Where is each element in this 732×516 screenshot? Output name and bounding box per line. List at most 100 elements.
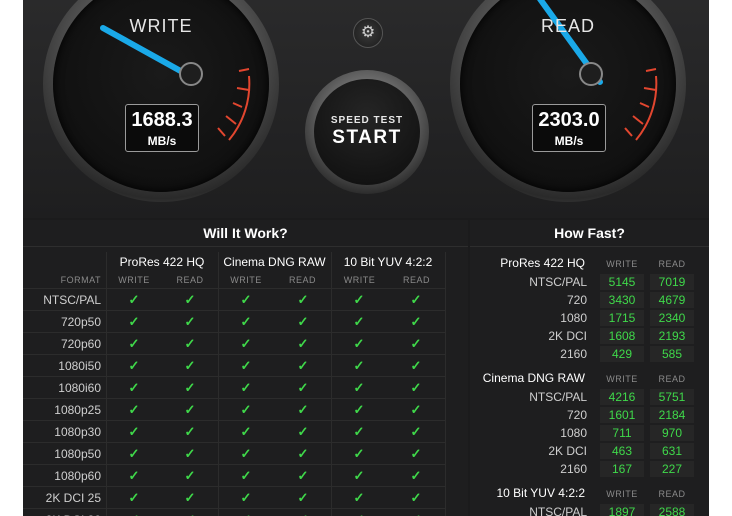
cinema-dng-read-header: READ <box>288 275 316 285</box>
format-row: 1080i50 ✓ ✓ ✓ ✓ ✓ ✓ <box>23 354 445 377</box>
how-fast-row-label: 720 <box>566 408 587 422</box>
write-rate-value: 463 <box>600 443 644 459</box>
format-row: 2K DCI 25 ✓ ✓ ✓ ✓ ✓ ✓ <box>23 486 445 509</box>
how-fast-row-label: NTSC/PAL <box>529 390 587 404</box>
how-fast-group-title: ProRes 422 HQ <box>500 256 585 270</box>
read-gauge-face: READ 2303.0 MB/s <box>460 0 676 192</box>
write-rate-value: 1601 <box>600 407 644 423</box>
start-button-subtitle: SPEED TEST <box>330 115 404 126</box>
how-fast-row-label: 2K DCI <box>548 444 587 458</box>
format-row: 1080p60 ✓ ✓ ✓ ✓ ✓ ✓ <box>23 464 445 487</box>
check-icon: ✓ <box>128 358 140 373</box>
check-icon: ✓ <box>353 468 365 483</box>
check-icon: ✓ <box>184 358 196 373</box>
check-icon: ✓ <box>353 336 365 351</box>
check-icon: ✓ <box>128 424 140 439</box>
settings-button[interactable]: ⚙ <box>353 18 383 48</box>
check-icon: ✓ <box>128 446 140 461</box>
format-row: 720p60 ✓ ✓ ✓ ✓ ✓ ✓ <box>23 332 445 355</box>
check-icon: ✓ <box>410 446 422 461</box>
column-divider <box>331 252 332 516</box>
check-icon: ✓ <box>240 336 252 351</box>
check-icon: ✓ <box>240 358 252 373</box>
how-fast-row-label: 1080 <box>560 311 587 325</box>
how-fast-group-title: Cinema DNG RAW <box>482 371 585 385</box>
check-icon: ✓ <box>162 509 218 516</box>
how-fast-row: NTSC/PAL 4216 5751 <box>470 388 699 406</box>
check-icon: ✓ <box>240 380 252 395</box>
check-icon: ✓ <box>410 468 422 483</box>
write-readout: 1688.3 MB/s <box>125 104 199 152</box>
start-button[interactable]: SPEED TEST START <box>305 70 429 194</box>
format-label: 1080p60 <box>54 469 101 483</box>
column-divider <box>218 252 219 516</box>
read-rate-value: 7019 <box>650 274 694 290</box>
format-label: 1080i50 <box>58 359 101 373</box>
check-icon: ✓ <box>410 380 422 395</box>
check-icon: ✓ <box>353 314 365 329</box>
how-fast-read-header: READ <box>658 489 686 499</box>
read-gauge-label: READ <box>540 16 595 36</box>
format-label: 1080p25 <box>54 403 101 417</box>
yuv-read-header: READ <box>402 275 430 285</box>
prores-write-header: WRITE <box>118 275 150 285</box>
how-fast-row: 1080 711 970 <box>470 424 699 442</box>
format-row: 2K DCI 30✓✓✓✓✓✓ <box>23 508 445 516</box>
check-icon: ✓ <box>240 314 252 329</box>
how-fast-row-label: 2160 <box>560 462 587 476</box>
read-rate-value: 970 <box>650 425 694 441</box>
check-icon: ✓ <box>297 402 309 417</box>
read-rate-value: 585 <box>650 346 694 362</box>
write-rate-value: 429 <box>600 346 644 362</box>
check-icon: ✓ <box>297 314 309 329</box>
how-fast-row-label: 2160 <box>560 347 587 361</box>
write-gauge: WRITE 1688.3 MB/s <box>43 0 279 202</box>
write-speed-unit: MB/s <box>147 134 177 148</box>
check-icon: ✓ <box>297 446 309 461</box>
write-gauge-label: WRITE <box>129 16 193 36</box>
check-icon: ✓ <box>353 292 365 307</box>
check-icon: ✓ <box>410 424 422 439</box>
will-it-work-title: Will It Work? <box>23 220 468 247</box>
how-fast-row-label: NTSC/PAL <box>529 505 587 516</box>
check-icon: ✓ <box>275 509 331 516</box>
how-fast-panel: How Fast? ProRes 422 HQ WRITE READ NTSC/PAL… <box>470 220 709 516</box>
read-rate-value: 2193 <box>650 328 694 344</box>
how-fast-write-header: WRITE <box>606 259 638 269</box>
check-icon: ✓ <box>410 314 422 329</box>
check-icon: ✓ <box>240 446 252 461</box>
check-icon: ✓ <box>128 380 140 395</box>
how-fast-row: NTSC/PAL 1897 2588 <box>470 503 699 516</box>
check-icon: ✓ <box>353 402 365 417</box>
check-icon: ✓ <box>184 424 196 439</box>
how-fast-write-header: WRITE <box>606 374 638 384</box>
read-readout: 2303.0 MB/s <box>532 104 606 152</box>
how-fast-row: 720 3430 4679 <box>470 291 699 309</box>
check-icon: ✓ <box>106 509 162 516</box>
start-button-label: START <box>332 127 402 148</box>
format-label: 1080p50 <box>54 447 101 461</box>
write-rate-value: 3430 <box>600 292 644 308</box>
check-icon: ✓ <box>184 336 196 351</box>
yuv-write-header: WRITE <box>343 275 376 285</box>
write-redline <box>217 68 251 141</box>
codec-header-prores: ProRes 422 HQ <box>119 255 205 269</box>
check-icon: ✓ <box>297 490 309 505</box>
check-icon: ✓ <box>128 292 140 307</box>
check-icon: ✓ <box>128 468 140 483</box>
check-icon: ✓ <box>331 509 387 516</box>
how-fast-row: 720 1601 2184 <box>470 406 699 424</box>
write-rate-value: 1608 <box>600 328 644 344</box>
read-speed-value: 2303.0 <box>538 109 600 131</box>
start-button-face[interactable]: SPEED TEST START <box>314 79 420 185</box>
how-fast-row-label: 2K DCI <box>548 329 587 343</box>
write-rate-value: 711 <box>600 425 644 441</box>
check-icon: ✓ <box>353 490 365 505</box>
how-fast-read-header: READ <box>658 259 686 269</box>
check-icon: ✓ <box>353 380 365 395</box>
read-rate-value: 5751 <box>650 389 694 405</box>
read-rate-value: 2588 <box>650 504 694 516</box>
how-fast-row: 2K DCI 463 631 <box>470 442 699 460</box>
format-label: 1080i60 <box>58 381 101 395</box>
read-rate-value: 2340 <box>650 310 694 326</box>
